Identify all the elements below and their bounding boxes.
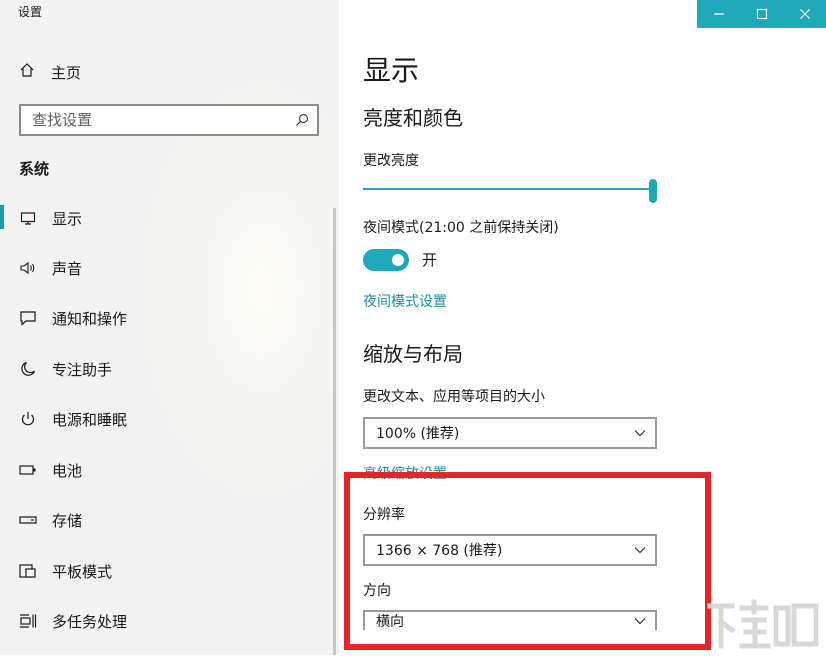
window-controls xyxy=(697,0,826,28)
sidebar-item-label: 主页 xyxy=(51,63,82,82)
maximize-button[interactable] xyxy=(740,0,783,28)
power-icon xyxy=(19,410,37,428)
page-title: 显示 xyxy=(363,54,420,87)
toggle-knob xyxy=(392,254,404,266)
sidebar-item-focus-assist[interactable]: 专注助手 xyxy=(19,356,319,382)
minimize-icon xyxy=(713,5,725,24)
minimize-button[interactable] xyxy=(697,0,740,28)
sidebar-item-label: 多任务处理 xyxy=(52,612,128,631)
sidebar-item-label: 声音 xyxy=(52,259,83,278)
notification-icon xyxy=(19,309,37,327)
text-size-label: 更改文本、应用等项目的大小 xyxy=(363,389,545,405)
search-icon[interactable] xyxy=(287,113,317,127)
night-light-toggle[interactable] xyxy=(363,249,409,271)
search-input[interactable] xyxy=(21,110,287,130)
brightness-heading: 亮度和颜色 xyxy=(363,106,463,130)
watermark-logo xyxy=(706,598,822,652)
moon-icon xyxy=(19,360,37,378)
chevron-down-icon xyxy=(625,429,655,437)
multitask-icon xyxy=(19,612,37,630)
sidebar-item-storage[interactable]: 存储 xyxy=(19,507,319,533)
search-box[interactable] xyxy=(19,104,319,136)
brightness-slider-thumb[interactable] xyxy=(649,179,657,203)
sidebar-item-label: 显示 xyxy=(52,209,83,228)
night-light-state: 开 xyxy=(422,251,438,269)
storage-icon xyxy=(19,511,37,529)
battery-icon xyxy=(19,461,37,479)
dropdown-value: 100% (推荐) xyxy=(376,426,460,442)
sidebar: 设置 主页 系统 显示 声音 通知和操作 专注助手 xyxy=(0,0,339,655)
sidebar-item-tablet-mode[interactable]: 平板模式 xyxy=(19,558,319,584)
sidebar-item-battery[interactable]: 电池 xyxy=(19,457,319,483)
sidebar-item-label: 专注助手 xyxy=(52,360,113,379)
maximize-icon xyxy=(756,5,768,24)
monitor-icon xyxy=(19,209,37,227)
highlight-box xyxy=(344,472,711,650)
sidebar-item-label: 电源和睡眠 xyxy=(52,410,128,429)
sidebar-item-power-sleep[interactable]: 电源和睡眠 xyxy=(19,406,319,432)
sidebar-item-display[interactable]: 显示 xyxy=(19,205,319,231)
section-title: 系统 xyxy=(19,160,50,178)
sidebar-item-sound[interactable]: 声音 xyxy=(19,255,319,281)
sidebar-item-label: 通知和操作 xyxy=(52,309,128,328)
window-title: 设置 xyxy=(18,5,43,19)
tablet-icon xyxy=(19,562,37,580)
brightness-label: 更改亮度 xyxy=(363,153,419,169)
close-button[interactable] xyxy=(783,0,826,28)
sidebar-item-label: 存储 xyxy=(52,511,83,530)
home-icon xyxy=(19,62,35,82)
sidebar-item-label: 电池 xyxy=(52,461,83,480)
sidebar-item-home[interactable]: 主页 xyxy=(19,60,81,84)
scale-layout-heading: 缩放与布局 xyxy=(363,342,463,366)
text-size-dropdown[interactable]: 100% (推荐) xyxy=(363,417,657,449)
night-light-settings-link[interactable]: 夜间模式设置 xyxy=(363,292,447,312)
close-icon xyxy=(799,5,811,24)
sidebar-item-multitasking[interactable]: 多任务处理 xyxy=(19,608,319,634)
brightness-slider-track[interactable] xyxy=(363,188,653,190)
sidebar-scrollbar[interactable] xyxy=(333,208,336,655)
selected-indicator xyxy=(0,205,4,229)
sidebar-item-notifications[interactable]: 通知和操作 xyxy=(19,305,319,331)
sidebar-item-label: 平板模式 xyxy=(52,562,113,581)
night-light-label: 夜间模式(21:00 之前保持关闭) xyxy=(363,220,559,236)
speaker-icon xyxy=(19,259,37,277)
